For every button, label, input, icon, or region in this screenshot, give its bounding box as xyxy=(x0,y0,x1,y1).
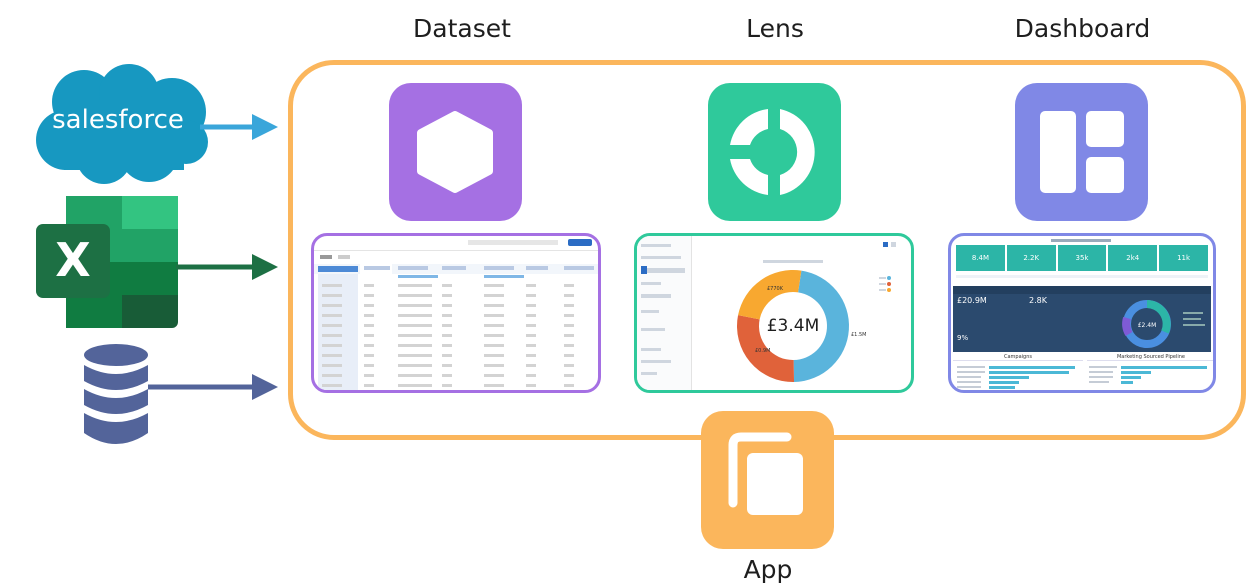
dashboard-panel-right: Marketing Sourced Pipeline xyxy=(1087,354,1213,361)
excel-arrow-icon xyxy=(176,254,278,280)
lens-seg-label-2: £0.9M xyxy=(755,348,770,354)
lens-donut-slice xyxy=(738,270,802,320)
lens-donut-chart: £3.4M £1.5M £0.9M £770K xyxy=(737,242,896,382)
kpi-tile: 11k xyxy=(1159,245,1208,271)
dataset-icon xyxy=(389,83,522,221)
excel-icon: X xyxy=(36,196,178,328)
kpi-tile: 8.4M xyxy=(956,245,1005,271)
database-arrow-icon xyxy=(148,374,278,400)
dashboard-panel-left: Campaigns xyxy=(953,354,1083,361)
lens-center-value: £3.4M xyxy=(767,316,820,336)
dashboard-metric-big: £20.9M xyxy=(957,296,987,305)
dashboard-preview-card: 8.4M 2.2K 35k 2k4 11k £20.9M 2.8K 9% £2.… xyxy=(948,233,1216,393)
salesforce-arrow-icon xyxy=(200,114,278,140)
app-title: App xyxy=(743,555,793,584)
dataset-title: Dataset xyxy=(413,14,511,43)
dashboard-donut: £2.4M xyxy=(1122,300,1205,348)
lens-icon xyxy=(708,83,841,221)
dashboard-dark-panel: £20.9M 2.8K 9% £2.4M xyxy=(953,286,1211,352)
kpi-tile: 35k xyxy=(1057,245,1107,271)
lens-seg-label-3: £770K xyxy=(767,286,784,292)
kpi-tile: 2.2K xyxy=(1006,245,1056,271)
dashboard-metric-count: 2.8K xyxy=(1029,296,1047,305)
database-icon xyxy=(84,344,148,444)
lens-title: Lens xyxy=(746,14,804,43)
dashboard-icon xyxy=(1015,83,1148,221)
app-icon xyxy=(701,411,834,549)
salesforce-cloud-icon: salesforce xyxy=(36,64,208,184)
dashboard-metric-pct: 9% xyxy=(957,334,969,342)
lens-seg-label-1: £1.5M xyxy=(851,332,866,338)
kpi-tile: 2k4 xyxy=(1108,245,1158,271)
dashboard-title: Dashboard xyxy=(1014,14,1151,43)
dashboard-kpi-row: 8.4M 2.2K 35k 2k4 11k xyxy=(956,245,1208,271)
dashboard-donut-value: £2.4M xyxy=(1138,322,1157,329)
dataset-table xyxy=(314,264,598,390)
lens-preview-card: £3.4M £1.5M £0.9M £770K xyxy=(634,233,914,393)
salesforce-label: salesforce xyxy=(52,105,184,135)
excel-label: X xyxy=(55,233,90,287)
dataset-preview-card xyxy=(311,233,601,393)
